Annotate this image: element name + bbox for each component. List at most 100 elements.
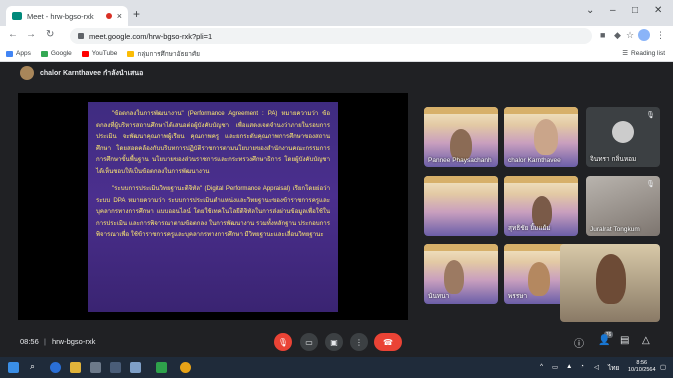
shared-slide: "ข้อตกลงในการพัฒนางาน" (Performance Agre… (88, 102, 338, 312)
participant-avatar (612, 121, 634, 144)
recording-dot-icon (105, 13, 112, 19)
tab-title: Meet - hrw-bgso-rxk (27, 11, 94, 21)
reading-list-label: Reading list (631, 49, 665, 57)
line-icon[interactable] (156, 362, 167, 373)
bookmark-apps[interactable]: Apps (6, 50, 31, 57)
reload-icon[interactable]: ↻ (46, 29, 54, 40)
menu-kebab-icon[interactable]: ⋮ (656, 30, 665, 41)
self-view-tile[interactable] (560, 244, 660, 322)
system-clock[interactable]: 8:56 10/10/2564 (628, 360, 656, 374)
tile-slide-header (504, 176, 578, 183)
slide-paragraph-2: "ระบบการประเมินวิทยฐานะดิจิทัล" (Digital… (96, 185, 330, 238)
lock-icon (78, 33, 84, 39)
participant-tile[interactable]: 🎙 จินทรา กลิ่นหอม (586, 107, 660, 167)
browser-tab-strip: Meet - hrw-bgso-rxk × + ⌄ – □ ✕ (0, 0, 673, 26)
bookmark-youtube[interactable]: YouTube (81, 50, 118, 57)
search-icon[interactable]: ⌕ (30, 361, 35, 372)
presenter-bar: chalor Karnthavee กำลังนำเสนอ (0, 62, 673, 84)
participant-tile[interactable]: สุทธิชัย ยิ้มแย้ม (504, 176, 578, 236)
chrome-icon[interactable] (180, 362, 191, 373)
clock-time: 8:56 (636, 360, 648, 366)
separator: | (44, 337, 46, 346)
new-tab-button[interactable]: + (133, 7, 140, 21)
bookmark-google[interactable]: Google (40, 50, 72, 57)
activities-icon[interactable]: △ (642, 335, 650, 346)
reading-list-button[interactable]: ☰ Reading list (622, 49, 665, 58)
tab-close-icon[interactable]: × (117, 11, 122, 21)
self-video (596, 254, 626, 304)
edge-icon[interactable] (50, 362, 61, 373)
camera-toggle-button[interactable]: ▭ (300, 333, 318, 351)
address-bar[interactable]: meet.google.com/hrw-bgso-rxk?pli=1 (70, 28, 592, 44)
notifications-icon[interactable]: ▢ (660, 363, 666, 371)
meet-favicon-icon (12, 12, 22, 20)
participant-tile[interactable]: 🎙 Juralrat Tongkum (586, 176, 660, 236)
participant-name: Juralrat Tongkum (590, 226, 640, 233)
leave-call-button[interactable]: ☎ (374, 333, 402, 351)
reading-list-icon: ☰ (622, 50, 629, 57)
slide-paragraph-1: "ข้อตกลงในการพัฒนางาน" (Performance Agre… (96, 110, 330, 175)
captions-button[interactable]: ▣ (325, 333, 343, 351)
meeting-info-icon[interactable]: ⓘ (574, 335, 584, 350)
chat-icon[interactable]: ▤ (620, 335, 629, 346)
presentation-stage[interactable]: "ข้อตกลงในการพัฒนางาน" (Performance Agre… (18, 93, 408, 320)
forward-arrow-icon[interactable]: → (26, 29, 36, 40)
windows-start-icon[interactable] (8, 362, 19, 373)
participant-tile[interactable]: นันทนา (424, 244, 498, 304)
camera-permission-icon[interactable]: ■ (600, 30, 605, 40)
people-icon[interactable]: 👤 (598, 335, 610, 346)
bookmark-label: Apps (16, 50, 31, 57)
captions-icon: ▣ (330, 337, 338, 347)
camera-icon: ▭ (305, 337, 313, 347)
clock-date: 10/10/2564 (628, 367, 656, 373)
participant-video (444, 260, 464, 294)
app-icon[interactable] (130, 362, 141, 373)
close-window-button[interactable]: ✕ (654, 5, 662, 16)
participant-name: จินทรา กลิ่นหอม (590, 156, 637, 163)
extension-icon[interactable]: ◆ (614, 30, 621, 41)
bookmark-star-icon[interactable]: ☆ (626, 30, 634, 41)
wifi-icon: ◔ (580, 363, 584, 370)
tile-slide-header (424, 244, 498, 251)
back-arrow-icon[interactable]: ← (8, 29, 18, 40)
participant-name: นันทนา (428, 293, 450, 300)
tab-search-icon[interactable]: ⌄ (586, 5, 594, 16)
tile-slide-header (504, 107, 578, 114)
participant-video (528, 262, 550, 296)
bookmark-label: Google (50, 50, 72, 57)
tray-up-icon[interactable]: ^ (540, 363, 543, 370)
browser-tab[interactable]: Meet - hrw-bgso-rxk × (6, 6, 128, 26)
participant-tile[interactable]: Pannee Phaysachanh (424, 107, 498, 167)
tile-slide-header (424, 176, 498, 183)
screen: Meet - hrw-bgso-rxk × + ⌄ – □ ✕ ← → ↻ me… (0, 0, 673, 378)
site-icon (127, 50, 135, 57)
presenter-label: chalor Karnthavee กำลังนำเสนอ (40, 69, 144, 77)
mic-toggle-button[interactable]: 🎙 (274, 333, 292, 351)
participant-name: chalor Karnthavee (508, 157, 561, 164)
participant-tile[interactable]: chalor Karnthavee (504, 107, 578, 167)
app-icon[interactable] (110, 362, 121, 373)
minimize-button[interactable]: – (610, 5, 616, 16)
participant-name: สุทธิชัย ยิ้มแย้ม (508, 225, 551, 232)
file-explorer-icon[interactable] (70, 362, 81, 373)
apps-grid-icon (6, 50, 13, 57)
participant-video (534, 119, 558, 155)
url-text: meet.google.com/hrw-bgso-rxk?pli=1 (89, 31, 213, 41)
meet-control-bar: 08:56 | hrw-bgso-rxk 🎙 ▭ ▣ ⋮ ☎ ⓘ 76 👤 ▤ … (0, 328, 673, 356)
volume-icon[interactable]: ◁ (594, 363, 599, 371)
input-language[interactable]: ไทย (608, 363, 619, 373)
profile-avatar[interactable] (638, 29, 650, 41)
participant-name: พรรษา (508, 293, 528, 300)
windows-taskbar: ⌕ ^ ▭ ▲ ◔ ◁ ไทย 8:56 10/10/2564 ▢ (0, 357, 673, 378)
battery-icon: ▭ (552, 364, 559, 371)
store-icon[interactable] (90, 362, 101, 373)
network-icon: ▲ (566, 363, 573, 370)
bookmark-label: YouTube (91, 50, 118, 57)
google-icon (40, 50, 48, 57)
browser-toolbar: ← → ↻ meet.google.com/hrw-bgso-rxk?pli=1… (0, 26, 673, 46)
maximize-button[interactable]: □ (632, 5, 638, 16)
hang-up-icon: ☎ (383, 337, 393, 347)
participant-tile[interactable] (424, 176, 498, 236)
more-options-button[interactable]: ⋮ (350, 333, 368, 351)
bookmark-thai[interactable]: กลุ่มการศึกษาอัธยาศัย (127, 49, 200, 59)
